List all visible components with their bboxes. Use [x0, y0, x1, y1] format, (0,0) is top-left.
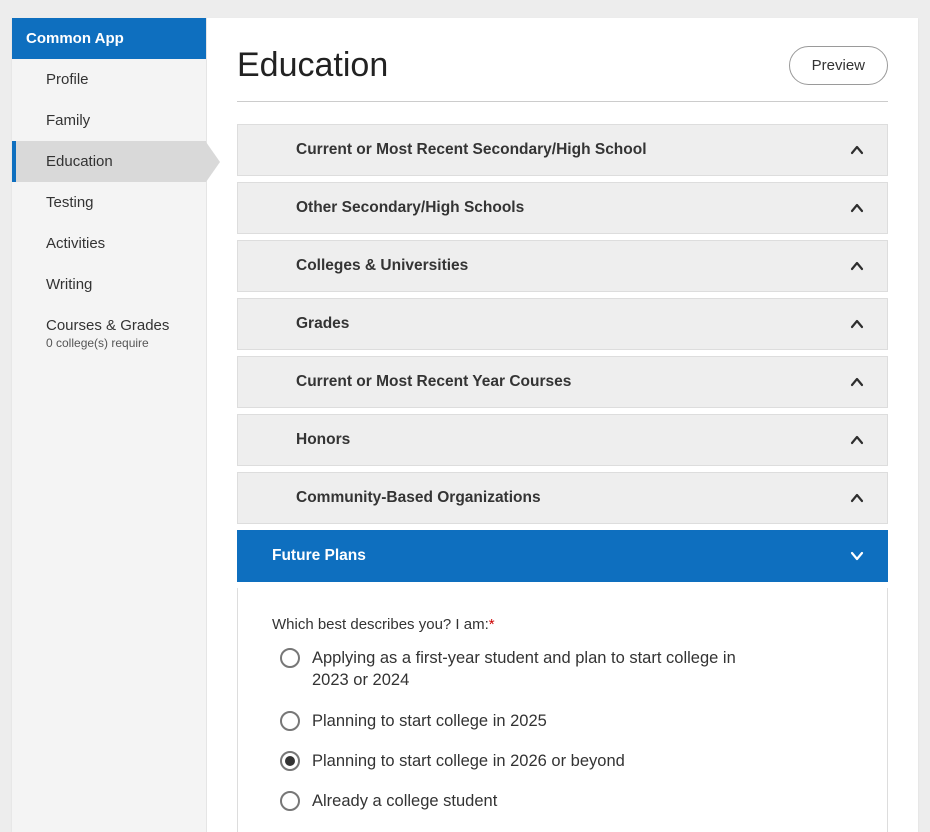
sidebar-item-education[interactable]: Education: [12, 141, 206, 182]
chevron-up-icon: [849, 200, 865, 216]
accordion-header-current-or-most-recent-secondary-high-school[interactable]: Current or Most Recent Secondary/High Sc…: [237, 124, 888, 176]
required-mark: *: [489, 616, 495, 633]
sidebar-item-label: Education: [46, 153, 192, 170]
sidebar-item-label: Activities: [46, 235, 192, 252]
question-label: Which best describes you? I am:*: [272, 616, 853, 633]
radio-label: Planning to start college in 2026 or bey…: [312, 750, 625, 772]
radio-option-1[interactable]: Planning to start college in 2025: [280, 710, 853, 732]
radio-label: Planning to start college in 2025: [312, 710, 547, 732]
radio-button[interactable]: [280, 648, 300, 668]
accordion-header-honors[interactable]: Honors: [237, 414, 888, 466]
accordion-title: Future Plans: [272, 547, 366, 565]
accordion-title: Grades: [296, 315, 349, 333]
sidebar-item-label: Writing: [46, 276, 192, 293]
sidebar-item-writing[interactable]: Writing: [12, 264, 206, 305]
main-content: Education Preview Current or Most Recent…: [207, 18, 918, 832]
accordion-title: Current or Most Recent Year Courses: [296, 373, 571, 391]
accordion-header-future-plans[interactable]: Future Plans: [237, 530, 888, 582]
accordion-header-colleges-universities[interactable]: Colleges & Universities: [237, 240, 888, 292]
radio-button[interactable]: [280, 791, 300, 811]
chevron-up-icon: [849, 374, 865, 390]
accordion-title: Current or Most Recent Secondary/High Sc…: [296, 141, 647, 159]
accordion-title: Other Secondary/High Schools: [296, 199, 524, 217]
sidebar-item-label: Courses & Grades: [46, 317, 192, 334]
future-plans-panel: Which best describes you? I am:* Applying…: [237, 588, 888, 832]
sidebar-item-testing[interactable]: Testing: [12, 182, 206, 223]
sidebar-item-label: Family: [46, 112, 192, 129]
radio-label: Already a college student: [312, 790, 497, 812]
sidebar-item-label: Testing: [46, 194, 192, 211]
chevron-up-icon: [849, 142, 865, 158]
preview-button[interactable]: Preview: [789, 46, 888, 85]
sidebar-item-family[interactable]: Family: [12, 100, 206, 141]
sidebar-item-profile[interactable]: Profile: [12, 59, 206, 100]
sidebar: Common App Profile Family Education Testing…: [12, 18, 207, 832]
accordion-header-current-or-most-recent-year-courses[interactable]: Current or Most Recent Year Courses: [237, 356, 888, 408]
accordion-header-other-secondary-high-schools[interactable]: Other Secondary/High Schools: [237, 182, 888, 234]
radio-option-0[interactable]: Applying as a first-year student and pla…: [280, 647, 853, 692]
radio-label: Applying as a first-year student and pla…: [312, 647, 772, 692]
accordion-title: Colleges & Universities: [296, 257, 468, 275]
accordion-header-community-based-organizations[interactable]: Community-Based Organizations: [237, 472, 888, 524]
accordion-title: Community-Based Organizations: [296, 489, 541, 507]
accordion-header-grades[interactable]: Grades: [237, 298, 888, 350]
accordion-title: Honors: [296, 431, 350, 449]
sidebar-item-label: Profile: [46, 71, 192, 88]
radio-button[interactable]: [280, 751, 300, 771]
chevron-up-icon: [849, 432, 865, 448]
sidebar-item-activities[interactable]: Activities: [12, 223, 206, 264]
chevron-down-icon: [849, 548, 865, 564]
chevron-up-icon: [849, 258, 865, 274]
radio-option-3[interactable]: Already a college student: [280, 790, 853, 812]
sidebar-header: Common App: [12, 18, 206, 59]
chevron-up-icon: [849, 316, 865, 332]
radio-button[interactable]: [280, 711, 300, 731]
chevron-up-icon: [849, 490, 865, 506]
page-title: Education: [237, 46, 388, 85]
sidebar-item-courses-grades[interactable]: Courses & Grades 0 college(s) require: [12, 305, 206, 362]
radio-option-2[interactable]: Planning to start college in 2026 or bey…: [280, 750, 853, 772]
sidebar-item-subtext: 0 college(s) require: [46, 336, 192, 350]
